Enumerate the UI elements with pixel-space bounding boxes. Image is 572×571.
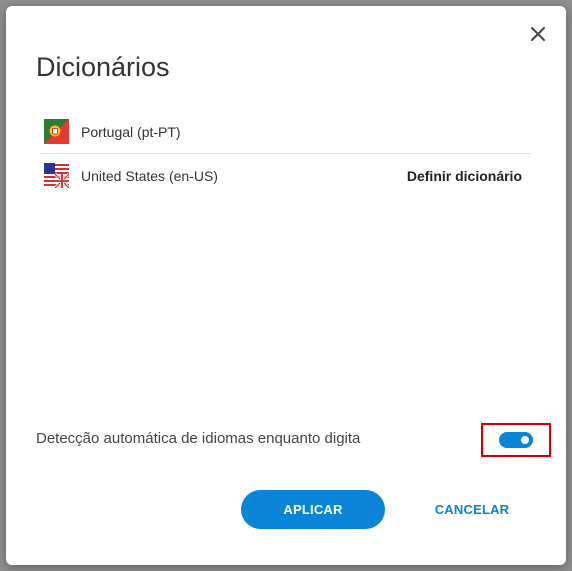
toggle-highlight-box [481, 423, 551, 457]
toggle-knob [521, 436, 529, 444]
dictionaries-dialog: Dicionários Portugal (pt-PT) United Stat… [6, 6, 566, 565]
portugal-flag-icon [44, 119, 69, 144]
close-icon [531, 27, 545, 41]
dictionary-label: United States (en-US) [81, 167, 218, 184]
us-flag-icon [44, 163, 69, 188]
dictionary-list: Portugal (pt-PT) United States (en-US) D… [40, 110, 532, 197]
dictionary-item-pt-pt[interactable]: Portugal (pt-PT) [40, 110, 532, 154]
apply-button[interactable]: APLICAR [241, 490, 385, 529]
cancel-button[interactable]: CANCELAR [424, 490, 520, 529]
auto-detect-toggle[interactable] [499, 432, 533, 448]
auto-detect-label: Detecção automática de idiomas enquanto … [36, 430, 361, 447]
dictionary-item-en-us[interactable]: United States (en-US) Definir dicionário [40, 154, 532, 197]
set-dictionary-button[interactable]: Definir dicionário [407, 168, 522, 184]
dictionary-label: Portugal (pt-PT) [81, 123, 181, 140]
close-button[interactable] [526, 22, 550, 46]
dialog-title: Dicionários [36, 52, 170, 82]
